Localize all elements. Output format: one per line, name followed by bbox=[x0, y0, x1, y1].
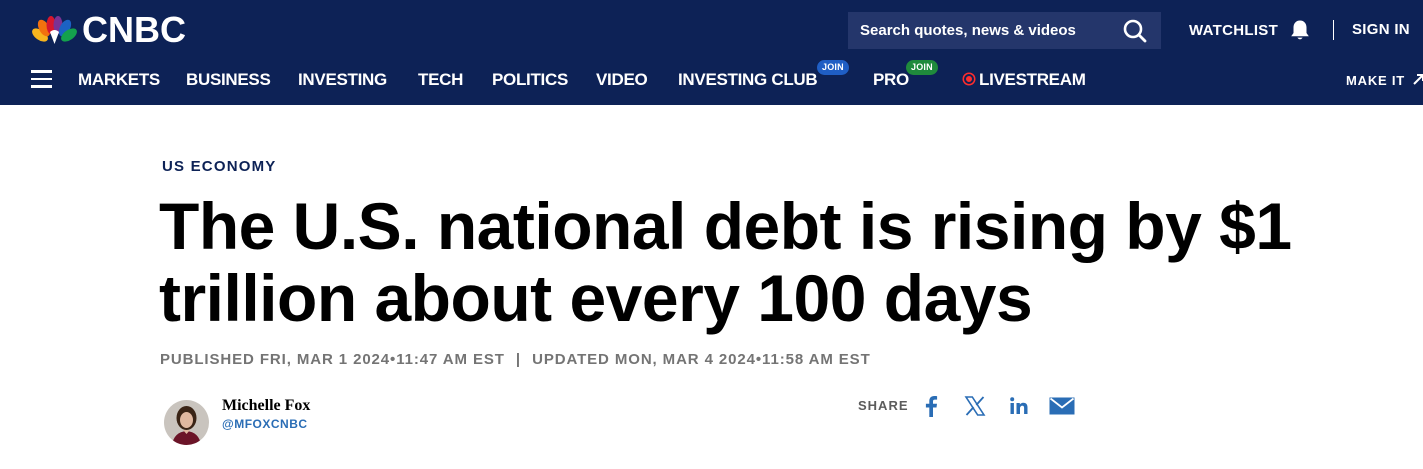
search-placeholder: Search quotes, news & videos bbox=[860, 22, 1076, 39]
nav-item-label: INVESTING CLUB bbox=[678, 70, 818, 89]
share-label: SHARE bbox=[858, 398, 909, 413]
search-input[interactable]: Search quotes, news & videos bbox=[848, 12, 1161, 49]
header-divider bbox=[1333, 20, 1334, 40]
article-timestamp: PUBLISHED FRI, MAR 1 2024•11:47 AM EST |… bbox=[160, 351, 871, 368]
nav-item-markets[interactable]: MARKETS bbox=[78, 68, 160, 92]
peacock-logo-icon bbox=[32, 16, 77, 44]
nav-item-investing-club[interactable]: INVESTING CLUB bbox=[678, 68, 818, 92]
author-handle[interactable]: @MFOXCNBC bbox=[222, 417, 308, 431]
section-label[interactable]: US ECONOMY bbox=[162, 158, 277, 175]
timestamp-separator: | bbox=[515, 351, 522, 368]
nav-item-label: LIVESTREAM bbox=[979, 70, 1086, 89]
nav-item-investing[interactable]: INVESTING bbox=[298, 68, 387, 92]
nav-item-label: PRO bbox=[873, 70, 909, 89]
bell-icon bbox=[1291, 20, 1309, 40]
nav-item-politics[interactable]: POLITICS bbox=[492, 68, 568, 92]
logo-text: CNBC bbox=[82, 9, 186, 50]
search-icon[interactable] bbox=[1122, 18, 1148, 44]
linkedin-icon[interactable] bbox=[1006, 394, 1032, 418]
live-dot-icon bbox=[964, 74, 974, 84]
published-time: PUBLISHED FRI, MAR 1 2024•11:47 AM EST bbox=[160, 351, 505, 368]
make-it-link[interactable]: MAKE IT bbox=[1346, 72, 1423, 90]
updated-time: UPDATED MON, MAR 4 2024•11:58 AM EST bbox=[532, 351, 871, 368]
arrow-icon bbox=[1413, 74, 1423, 85]
nav-item-livestream[interactable]: LIVESTREAM bbox=[964, 68, 1086, 92]
article-headline: The U.S. national debt is rising by $1 t… bbox=[159, 189, 1292, 335]
nav-item-tech[interactable]: TECH bbox=[418, 68, 463, 92]
author-photo bbox=[164, 400, 209, 445]
nav-item-business[interactable]: BUSINESS bbox=[186, 68, 271, 92]
author-avatar[interactable] bbox=[164, 400, 209, 445]
nav-item-video[interactable]: VIDEO bbox=[596, 68, 648, 92]
x-icon[interactable] bbox=[962, 394, 988, 418]
make-it-label: MAKE IT bbox=[1346, 73, 1406, 88]
facebook-icon[interactable] bbox=[918, 394, 944, 418]
author-name[interactable]: Michelle Fox bbox=[222, 397, 310, 415]
site-header: CNBC Search quotes, news & videos WATCHL… bbox=[0, 0, 1423, 105]
hamburger-menu-icon[interactable] bbox=[31, 70, 52, 88]
join-badge-investing-club[interactable]: JOIN bbox=[817, 60, 849, 75]
watchlist-button[interactable]: WATCHLIST bbox=[1189, 18, 1312, 42]
watchlist-label: WATCHLIST bbox=[1189, 21, 1279, 39]
cnbc-logo[interactable]: CNBC bbox=[30, 12, 186, 48]
email-icon[interactable] bbox=[1049, 394, 1075, 418]
nav-item-pro[interactable]: PRO bbox=[873, 68, 909, 92]
sign-in-link[interactable]: SIGN IN bbox=[1352, 18, 1410, 42]
join-badge-pro[interactable]: JOIN bbox=[906, 60, 938, 75]
